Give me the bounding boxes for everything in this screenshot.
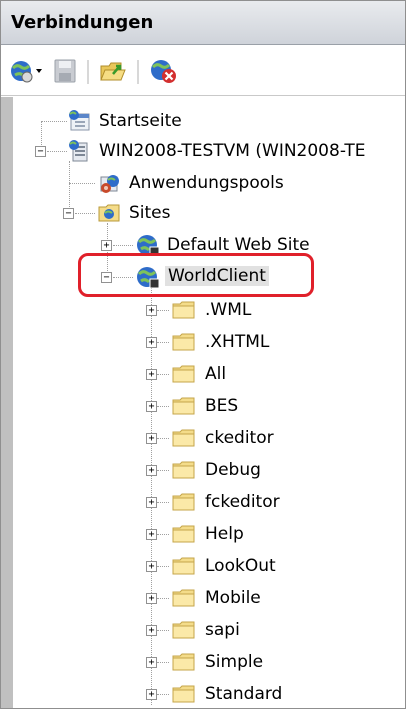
- folder-icon: [172, 621, 195, 639]
- folder-icon: [172, 301, 195, 319]
- tree-item-folder[interactable]: + sapi: [13, 615, 405, 645]
- tree-item-label: All: [205, 364, 227, 384]
- tree-item-label: .XHTML: [205, 332, 270, 352]
- connections-panel: Verbindungen Startseite − WIN2008-TESTVM…: [0, 0, 406, 709]
- tree-connector: [157, 374, 169, 375]
- tree-item-folder[interactable]: + ckeditor: [13, 423, 405, 453]
- tree-connector: [157, 566, 169, 567]
- folder-icon: [172, 429, 195, 447]
- tree-item-folder[interactable]: + LookOut: [13, 551, 405, 581]
- tree-item-label: sapi: [205, 620, 240, 640]
- folder-icon: [172, 397, 195, 415]
- panel-title: Verbindungen: [11, 12, 154, 33]
- expand-icon[interactable]: +: [146, 689, 157, 700]
- expand-icon[interactable]: +: [146, 401, 157, 412]
- tree-connector: [157, 438, 169, 439]
- folder-icon: [172, 333, 195, 351]
- tree-connector: [157, 598, 169, 599]
- tree-item-label: .WML: [205, 300, 252, 320]
- tree-item-startseite[interactable]: Startseite: [13, 106, 405, 136]
- tree-item-server[interactable]: − WIN2008-TESTVM (WIN2008-TE: [13, 136, 405, 166]
- tree-item-folder[interactable]: + .WML: [13, 295, 405, 325]
- collapse-icon[interactable]: −: [35, 146, 46, 157]
- tree-connector: [157, 694, 169, 695]
- tree-item-label: Mobile: [205, 588, 261, 608]
- expand-icon[interactable]: +: [146, 593, 157, 604]
- tree-connector: [157, 310, 169, 311]
- expand-icon[interactable]: +: [146, 337, 157, 348]
- tree-item-label: fckeditor: [205, 492, 280, 512]
- tree-connector: [157, 470, 169, 471]
- tree-item-label: Default Web Site: [167, 235, 310, 255]
- connect-globe-icon[interactable]: [9, 58, 45, 84]
- tree-connector: [157, 662, 169, 663]
- expand-icon[interactable]: +: [146, 625, 157, 636]
- tree-item-label: Sites: [129, 203, 171, 223]
- expand-icon[interactable]: +: [146, 369, 157, 380]
- tree-connector: [157, 406, 169, 407]
- tree-connector: [157, 342, 169, 343]
- tree-item-folder[interactable]: + BES: [13, 391, 405, 421]
- chevron-down-icon: [36, 69, 42, 73]
- tree-item-folder[interactable]: + Simple: [13, 647, 405, 677]
- tree-item-label: Standard: [205, 684, 283, 704]
- tree-item-sites[interactable]: − Sites: [13, 198, 405, 228]
- sites-folder-icon: [98, 204, 120, 222]
- save-icon[interactable]: [53, 58, 77, 84]
- expand-icon[interactable]: +: [146, 465, 157, 476]
- expand-icon[interactable]: +: [146, 529, 157, 540]
- folder-icon: [172, 653, 195, 671]
- open-folder-icon[interactable]: [99, 58, 127, 84]
- tree-item-label: Help: [205, 524, 244, 544]
- tree-item-label: ckeditor: [205, 428, 274, 448]
- collapse-icon[interactable]: −: [63, 208, 74, 219]
- start-page-icon: [69, 110, 90, 131]
- expand-icon[interactable]: +: [146, 497, 157, 508]
- tree-item-label: WIN2008-TESTVM (WIN2008-TE: [99, 141, 366, 161]
- folder-icon: [172, 365, 195, 383]
- tree-item-label: Debug: [205, 460, 261, 480]
- tree-item-folder[interactable]: + fckeditor: [13, 487, 405, 517]
- panel-header: Verbindungen: [1, 1, 405, 45]
- annotation-highlight-ring: [78, 253, 314, 297]
- tree-item-folder[interactable]: + All: [13, 359, 405, 389]
- tree-item-label: BES: [205, 396, 239, 416]
- tree-connector: [157, 502, 169, 503]
- folder-icon: [172, 525, 195, 543]
- disconnect-icon[interactable]: [149, 58, 179, 84]
- folder-icon: [172, 557, 195, 575]
- connections-toolbar: [1, 46, 405, 96]
- expand-icon[interactable]: +: [146, 433, 157, 444]
- expand-icon[interactable]: +: [146, 657, 157, 668]
- expand-icon[interactable]: +: [146, 305, 157, 316]
- tree-item-folder[interactable]: + Mobile: [13, 583, 405, 613]
- application-pools-icon: [100, 175, 119, 193]
- tree-item-apppools[interactable]: Anwendungspools: [13, 168, 405, 198]
- tree-item-label: Simple: [205, 652, 264, 672]
- toolbar-separator: [137, 60, 140, 84]
- tree-item-label: Anwendungspools: [129, 173, 284, 193]
- connections-tree: Startseite − WIN2008-TESTVM (WIN2008-TE: [1, 97, 405, 708]
- tree-item-folder[interactable]: + Standard: [13, 679, 405, 708]
- expand-icon[interactable]: +: [101, 240, 112, 251]
- tree-connector: [157, 534, 169, 535]
- tree-connector: [157, 630, 169, 631]
- tree-item-label: LookOut: [205, 556, 276, 576]
- folder-icon: [172, 685, 195, 703]
- tree-item-folder[interactable]: + Debug: [13, 455, 405, 485]
- toolbar-separator: [87, 60, 90, 84]
- folder-icon: [172, 461, 195, 479]
- server-icon: [69, 140, 88, 162]
- folder-icon: [172, 493, 195, 511]
- folder-icon: [172, 589, 195, 607]
- tree-item-folder[interactable]: + Help: [13, 519, 405, 549]
- tree-item-folder[interactable]: + .XHTML: [13, 327, 405, 357]
- expand-icon[interactable]: +: [146, 561, 157, 572]
- tree-item-label: Startseite: [99, 111, 182, 131]
